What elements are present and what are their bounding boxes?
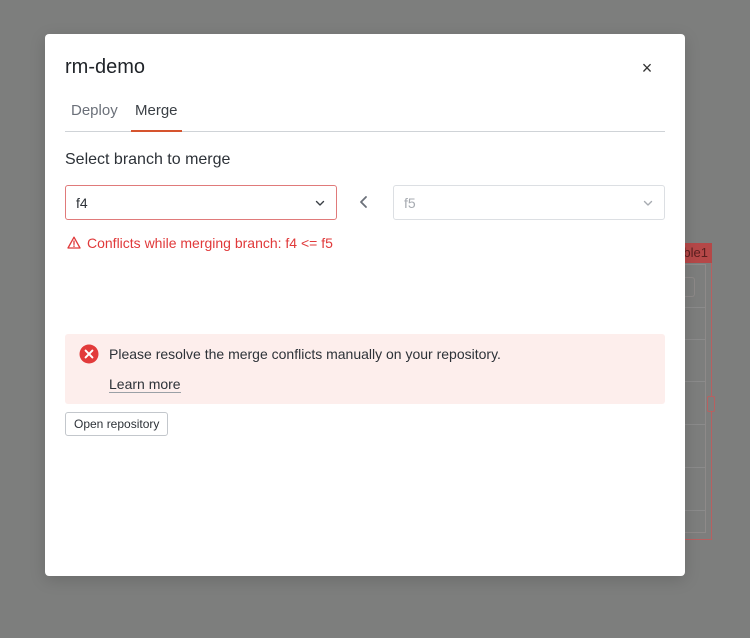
open-repository-button[interactable]: Open repository	[65, 412, 169, 436]
tab-merge[interactable]: Merge	[131, 102, 182, 132]
warning-triangle-icon	[67, 233, 81, 255]
chevron-down-icon	[314, 197, 326, 209]
target-branch-value: f4	[76, 194, 88, 211]
merge-dialog: rm-demo × Deploy Merge Select branch to …	[45, 34, 685, 576]
source-branch-select[interactable]: f5	[393, 185, 665, 220]
alert-message: Please resolve the merge conflicts manua…	[109, 346, 501, 362]
conflict-error-text: Conflicts while merging branch: f4 <= f5	[87, 235, 333, 251]
error-circle-icon	[79, 344, 99, 364]
dialog-tabs: Deploy Merge	[65, 96, 665, 132]
tab-deploy[interactable]: Deploy	[71, 102, 118, 130]
resolve-conflicts-alert: Please resolve the merge conflicts manua…	[65, 334, 665, 404]
select-branch-heading: Select branch to merge	[65, 151, 231, 168]
source-branch-value: f5	[404, 194, 416, 211]
learn-more-link[interactable]: Learn more	[109, 376, 181, 393]
dialog-title: rm-demo	[65, 56, 146, 78]
close-icon: ×	[641, 58, 653, 78]
target-branch-select[interactable]: f4	[65, 185, 337, 220]
background-resize-handle	[707, 396, 715, 412]
chevron-down-icon	[642, 197, 654, 209]
chevron-left-icon	[356, 194, 372, 210]
close-button[interactable]: ×	[635, 58, 659, 78]
conflict-error-message: Conflicts while merging branch: f4 <= f5	[67, 233, 337, 255]
